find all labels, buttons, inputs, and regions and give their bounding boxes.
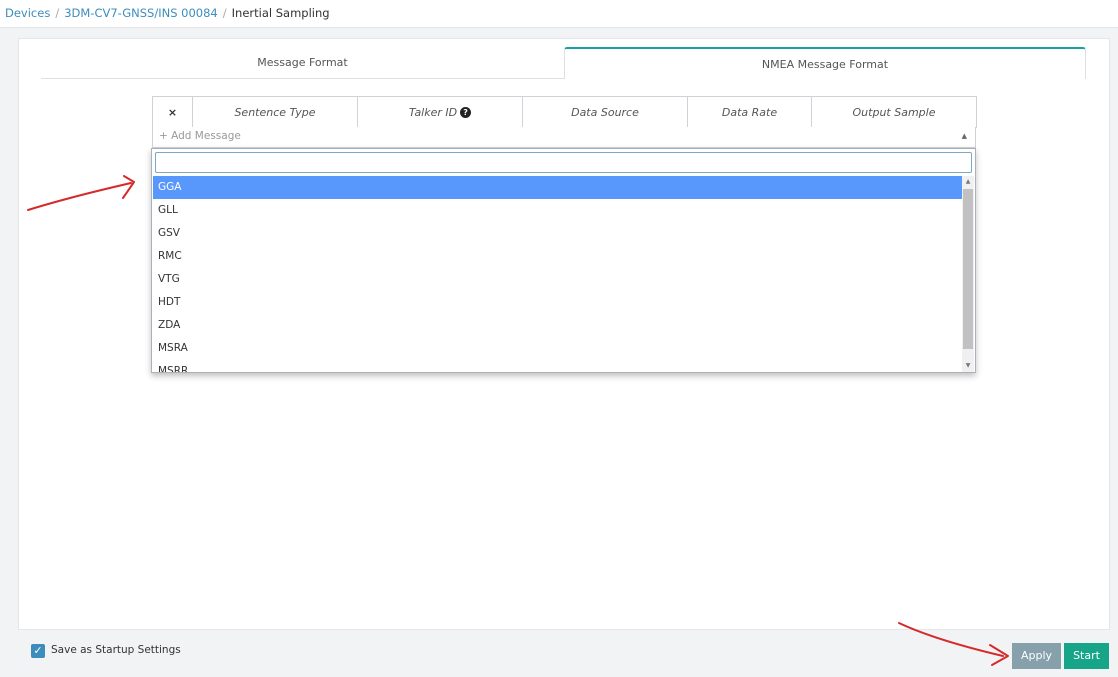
startup-settings-label: Save as Startup Settings (51, 644, 181, 656)
dropdown-scrollbar[interactable]: ▲ ▼ (962, 176, 974, 372)
breadcrumb-devices[interactable]: Devices (5, 6, 50, 20)
column-header-sentence-type: Sentence Type (192, 96, 358, 128)
help-icon[interactable]: ? (460, 106, 472, 118)
option-msrr[interactable]: MSRR (153, 360, 962, 372)
top-bar: Devices / 3DM-CV7-GNSS/INS 00084 / Inertial … (0, 0, 1118, 28)
scrollbar-thumb[interactable] (963, 189, 973, 349)
nmea-message-table: × Sentence Type Talker ID? Data Source D… (152, 96, 977, 128)
breadcrumb-separator: / (222, 6, 227, 20)
breadcrumb-current: Inertial Sampling (231, 6, 330, 20)
option-hdt[interactable]: HDT (153, 291, 962, 314)
option-gll[interactable]: GLL (153, 199, 962, 222)
scroll-up-arrow-icon[interactable]: ▲ (962, 176, 974, 188)
apply-button[interactable]: Apply (1012, 643, 1061, 669)
footer: ✓ Save as Startup Settings Apply Start (0, 632, 1118, 677)
column-header-data-rate: Data Rate (687, 96, 812, 128)
option-gga[interactable]: GGA (153, 176, 962, 199)
column-header-output-sample: Output Sample (811, 96, 977, 128)
option-zda[interactable]: ZDA (153, 314, 962, 337)
add-message-dropdown: GGA GLL GSV RMC VTG HDT ZDA MSRA MSRR ▲ … (151, 148, 976, 373)
tab-nmea-message-format[interactable]: NMEA Message Format (564, 47, 1086, 79)
tab-bar: Message Format NMEA Message Format (41, 47, 1086, 79)
checkmark-icon[interactable]: ✓ (31, 644, 45, 658)
breadcrumb-device[interactable]: 3DM-CV7-GNSS/INS 00084 (64, 6, 218, 20)
table-header-row: × Sentence Type Talker ID? Data Source D… (152, 96, 977, 128)
breadcrumb: Devices / 3DM-CV7-GNSS/INS 00084 / Inertial … (5, 6, 330, 20)
dropdown-search-input[interactable] (155, 152, 972, 173)
start-button[interactable]: Start (1064, 643, 1109, 669)
option-rmc[interactable]: RMC (153, 245, 962, 268)
option-vtg[interactable]: VTG (153, 268, 962, 291)
column-header-talker-id: Talker ID? (357, 96, 523, 128)
option-gsv[interactable]: GSV (153, 222, 962, 245)
scroll-down-arrow-icon[interactable]: ▼ (962, 360, 974, 372)
dropdown-options: GGA GLL GSV RMC VTG HDT ZDA MSRA MSRR (153, 176, 962, 372)
delete-all-icon[interactable]: × (152, 96, 193, 128)
option-msra[interactable]: MSRA (153, 337, 962, 360)
talker-id-label: Talker ID (408, 105, 458, 119)
breadcrumb-separator: / (55, 6, 60, 20)
chevron-up-icon: ▲ (961, 132, 967, 140)
tab-message-format[interactable]: Message Format (41, 47, 564, 79)
column-header-data-source: Data Source (522, 96, 688, 128)
add-message-select[interactable]: + Add Message ▲ (152, 127, 976, 148)
add-message-placeholder: + Add Message (159, 130, 241, 142)
